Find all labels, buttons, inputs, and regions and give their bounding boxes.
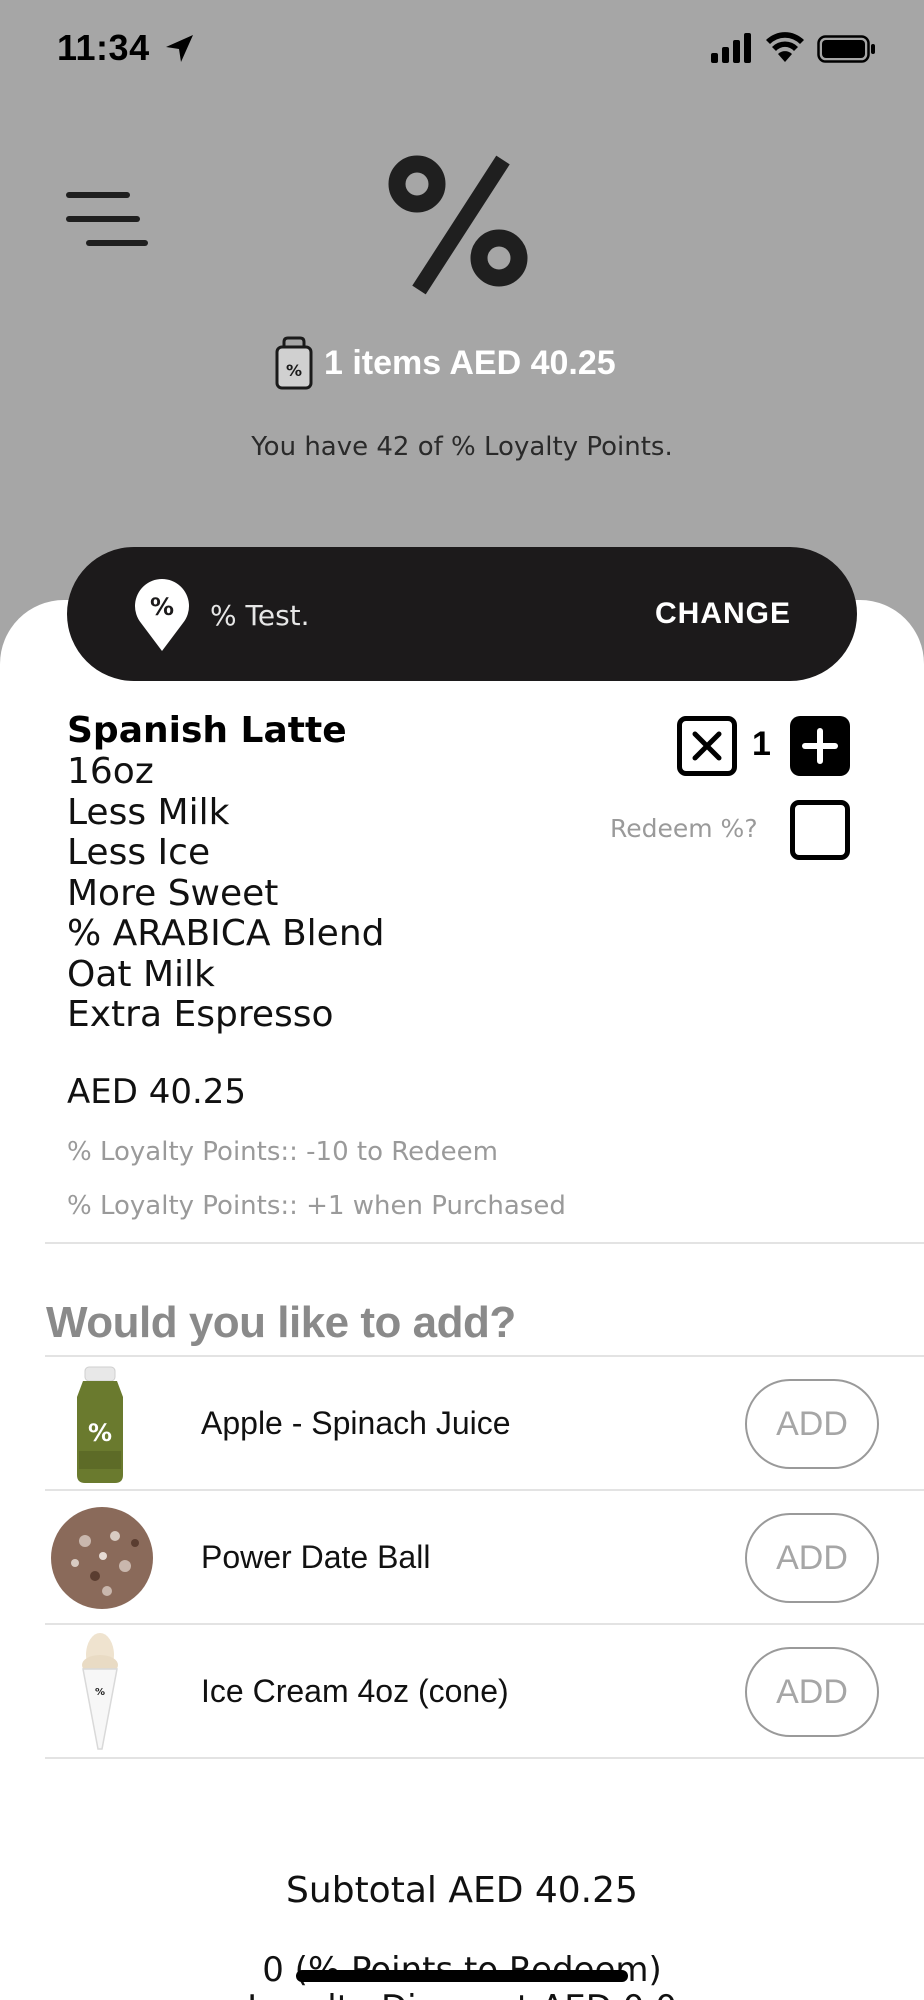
increase-quantity-button[interactable]	[790, 716, 850, 776]
quantity-value: 1	[752, 725, 771, 763]
ice-cream-cone-icon: %	[82, 1633, 118, 1750]
cart-item-modifiers: 16oz Less Milk Less Ice More Sweet % ARA…	[67, 751, 385, 1036]
redeem-label: Redeem %?	[610, 814, 758, 843]
modifier-item: Oat Milk	[67, 953, 215, 995]
divider	[45, 1757, 924, 1759]
svg-text:%: %	[95, 1687, 105, 1698]
suggestions-title: Would you like to add?	[46, 1298, 516, 1347]
loyalty-points-message: You have 42 of % Loyalty Points.	[251, 432, 673, 462]
status-time: 11:34	[57, 27, 150, 68]
location-pin-icon: %	[135, 579, 189, 651]
subtotal: Subtotal AED 40.25	[286, 1870, 638, 1911]
plus-icon	[802, 728, 838, 764]
shopping-bag-icon: %	[275, 336, 313, 390]
modifier-item: More Sweet	[67, 872, 279, 914]
suggestion-name: Power Date Ball	[201, 1539, 431, 1575]
wifi-icon	[766, 32, 804, 62]
cart-summary[interactable]: % 1 items AED 40.25	[274, 334, 616, 392]
modifier-item: Extra Espresso	[67, 994, 334, 1035]
status-bar: 11:34	[0, 0, 924, 100]
suggestion-row: Power Date Ball ADD	[45, 1491, 924, 1625]
percent-logo-icon	[388, 155, 528, 295]
add-suggestion-button[interactable]: ADD	[745, 1647, 879, 1737]
remove-item-button[interactable]	[677, 716, 737, 776]
modifier-item: Less Milk	[67, 791, 230, 833]
points-earn-note: % Loyalty Points:: +1 when Purchased	[67, 1191, 566, 1221]
cart-icon-mark: %	[286, 361, 302, 380]
svg-text:%: %	[88, 1419, 112, 1447]
modifier-item: % ARABICA Blend	[67, 913, 385, 954]
suggestion-name: Apple - Spinach Juice	[201, 1405, 511, 1441]
pin-mark: %	[150, 593, 174, 621]
add-suggestion-button[interactable]: ADD	[745, 1513, 879, 1603]
redeem-checkbox[interactable]	[790, 800, 850, 860]
add-suggestion-button[interactable]: ADD	[745, 1379, 879, 1469]
date-ball-icon	[51, 1507, 153, 1609]
modifier-item: 16oz	[67, 751, 154, 792]
store-name: % Test.	[210, 599, 310, 632]
suggestion-row: % Apple - Spinach Juice ADD	[45, 1357, 924, 1491]
close-icon	[692, 731, 722, 761]
points-redeem-note: % Loyalty Points:: -10 to Redeem	[67, 1137, 498, 1167]
cellular-signal-icon	[711, 33, 751, 63]
change-store-button[interactable]: CHANGE	[655, 597, 791, 631]
juice-bottle-icon: %	[77, 1366, 123, 1483]
hamburger-menu-icon[interactable]	[66, 192, 148, 254]
cart-item-name: Spanish Latte	[67, 710, 347, 751]
divider	[45, 1242, 924, 1244]
suggestion-name: Ice Cream 4oz (cone)	[201, 1673, 509, 1709]
cart-item-price: AED 40.25	[67, 1072, 247, 1112]
loyalty-discount: Loyalty Discount AED 0.0	[0, 1988, 924, 2000]
modifier-item: Less Ice	[67, 832, 211, 873]
battery-icon	[817, 35, 875, 63]
cart-summary-text: 1 items AED 40.25	[324, 343, 616, 382]
suggestion-row: % Ice Cream 4oz (cone) ADD	[45, 1625, 924, 1759]
location-arrow-icon	[166, 35, 193, 62]
store-selector[interactable]: % % Test. CHANGE	[67, 547, 857, 681]
home-indicator	[296, 1970, 628, 1982]
